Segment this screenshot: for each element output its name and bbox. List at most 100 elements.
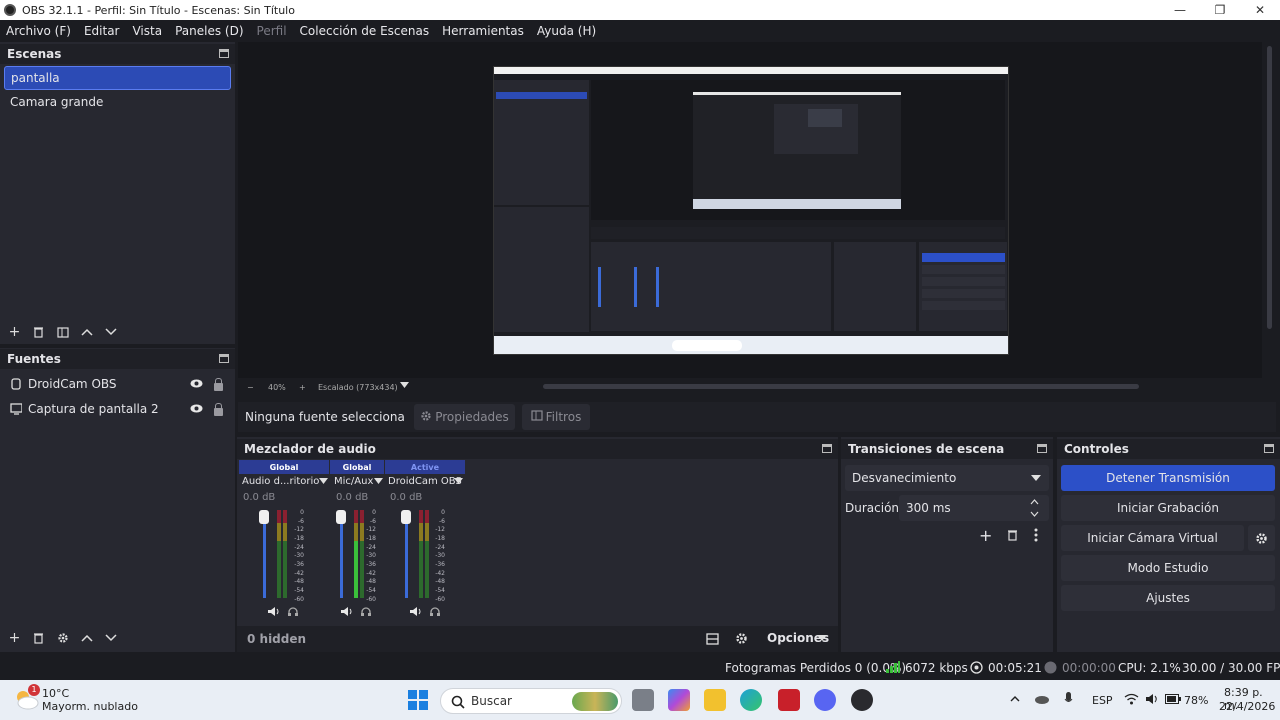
discord-icon[interactable] [814,689,836,711]
clock-date[interactable]: 22/4/2026 [1219,700,1275,713]
move-source-down-button[interactable] [99,628,122,648]
chevron-down-icon[interactable] [817,635,827,641]
preview-canvas[interactable] [493,66,1009,355]
source-item-droidcam[interactable]: DroidCam OBS [4,373,231,395]
edge-icon[interactable] [740,689,762,711]
scenes-dock: Escenas pantalla Camara grande + [0,42,235,344]
headphones-icon[interactable] [360,606,372,617]
mixer-channel-2-name[interactable]: Mic/Aux [334,476,373,487]
scene-item-camara-grande[interactable]: Camara grande [4,90,231,114]
add-transition-button[interactable]: + [979,526,992,545]
sources-toolbar: + [2,626,122,650]
headphones-icon[interactable] [429,606,441,617]
menu-ayuda[interactable]: Ayuda (H) [537,24,596,38]
transitions-dock: Transiciones de escena Desvanecimiento D… [841,437,1053,652]
battery-icon[interactable] [1165,694,1181,704]
move-source-up-button[interactable] [75,628,98,648]
microphone-icon[interactable] [1064,692,1073,707]
add-scene-button[interactable]: + [3,322,26,342]
minimize-button[interactable]: — [1160,0,1200,20]
mixer-channel-2-fader-knob[interactable] [336,510,346,524]
zoom-out-button[interactable]: − [247,383,254,392]
onedrive-cloud-icon[interactable] [1034,693,1050,704]
lock-icon[interactable] [214,378,223,391]
mixer-channel-1-name[interactable]: Audio d...ritorio [242,476,319,487]
task-view-icon[interactable] [632,689,654,711]
start-virtual-camera-button[interactable]: Iniciar Cámara Virtual [1061,525,1244,551]
lock-icon[interactable] [214,403,223,416]
mixer-channel-3-name[interactable]: DroidCam OBS [388,476,462,487]
close-button[interactable]: ✕ [1240,0,1280,20]
wifi-icon[interactable] [1124,693,1139,705]
preview-vertical-scrollbar[interactable] [1267,46,1272,329]
undock-icon[interactable] [219,354,229,363]
mixer-channel-1-fader-knob[interactable] [259,510,269,524]
more-vertical-icon[interactable] [1034,528,1038,542]
virtual-camera-settings-button[interactable] [1248,525,1275,551]
remove-source-button[interactable] [27,628,50,648]
remove-scene-button[interactable] [27,322,50,342]
source-properties-button[interactable] [51,628,74,648]
scene-item-pantalla[interactable]: pantalla [4,66,231,90]
zoom-in-button[interactable]: + [299,383,306,392]
move-scene-up-button[interactable] [75,322,98,342]
mixer-layout-icon[interactable] [706,633,719,645]
shield-app-icon[interactable] [778,689,800,711]
source-item-captura[interactable]: Captura de pantalla 2 [4,398,231,420]
signal-bars-icon [886,661,900,673]
copilot-icon[interactable] [668,689,690,711]
transition-select[interactable]: Desvanecimiento [845,465,1049,491]
weather-temp[interactable]: 10°C [42,687,69,700]
mixer-channel-1-header: Global [239,460,329,474]
menu-coleccion[interactable]: Colección de Escenas [300,24,430,38]
chevron-down-icon[interactable] [319,478,328,484]
start-recording-button[interactable]: Iniciar Grabación [1061,495,1275,521]
battery-percent[interactable]: 78% [1184,694,1208,707]
taskbar-search[interactable]: Buscar [440,688,622,714]
volume-icon[interactable] [1145,693,1159,705]
undock-icon[interactable] [1264,444,1274,453]
mixer-channel-3-fader-knob[interactable] [401,510,411,524]
studio-mode-button[interactable]: Modo Estudio [1061,555,1275,581]
speaker-icon[interactable] [409,606,422,617]
move-scene-down-button[interactable] [99,322,122,342]
spinner-arrows-icon[interactable] [1030,498,1039,518]
menu-paneles[interactable]: Paneles (D) [175,24,243,38]
advanced-audio-gear-icon[interactable] [735,632,748,645]
file-explorer-icon[interactable] [704,689,726,711]
menu-herramientas[interactable]: Herramientas [442,24,524,38]
menu-archivo[interactable]: Archivo (F) [6,24,71,38]
visibility-eye-icon[interactable] [190,402,203,416]
chevron-down-icon[interactable] [374,478,383,484]
properties-button[interactable]: Propiedades [414,404,515,430]
settings-button[interactable]: Ajustes [1061,585,1275,611]
undock-icon[interactable] [1037,444,1047,453]
speaker-icon[interactable] [340,606,353,617]
undock-icon[interactable] [219,49,229,58]
preview-horizontal-scrollbar[interactable] [543,384,1139,389]
maximize-button[interactable]: ❐ [1200,0,1240,20]
add-source-button[interactable]: + [3,628,26,648]
stream-time: 00:05:21 [988,661,1042,675]
duration-input[interactable]: 300 ms [899,495,1049,521]
chevron-down-icon[interactable] [454,478,463,484]
headphones-icon[interactable] [287,606,299,617]
scale-dropdown-chevron-icon[interactable] [400,381,409,390]
menu-vista[interactable]: Vista [132,24,162,38]
visibility-eye-icon[interactable] [190,377,203,391]
speaker-icon[interactable] [267,606,280,617]
menu-perfil[interactable]: Perfil [257,24,287,38]
obs-taskbar-icon[interactable] [851,689,873,711]
scene-filters-button[interactable] [51,322,74,342]
chevron-up-icon[interactable] [1010,695,1020,702]
weather-desc[interactable]: Mayorm. nublado [42,700,138,713]
search-highlight-image [572,692,618,711]
undock-icon[interactable] [822,444,832,453]
stop-streaming-button[interactable]: Detener Transmisión [1061,465,1275,491]
windows-start-icon[interactable] [408,690,428,710]
language-indicator[interactable]: ESP [1092,694,1113,707]
trash-icon[interactable] [1007,529,1018,541]
menu-editar[interactable]: Editar [84,24,120,38]
filters-button[interactable]: Filtros [522,404,590,430]
trash-icon [34,633,43,644]
